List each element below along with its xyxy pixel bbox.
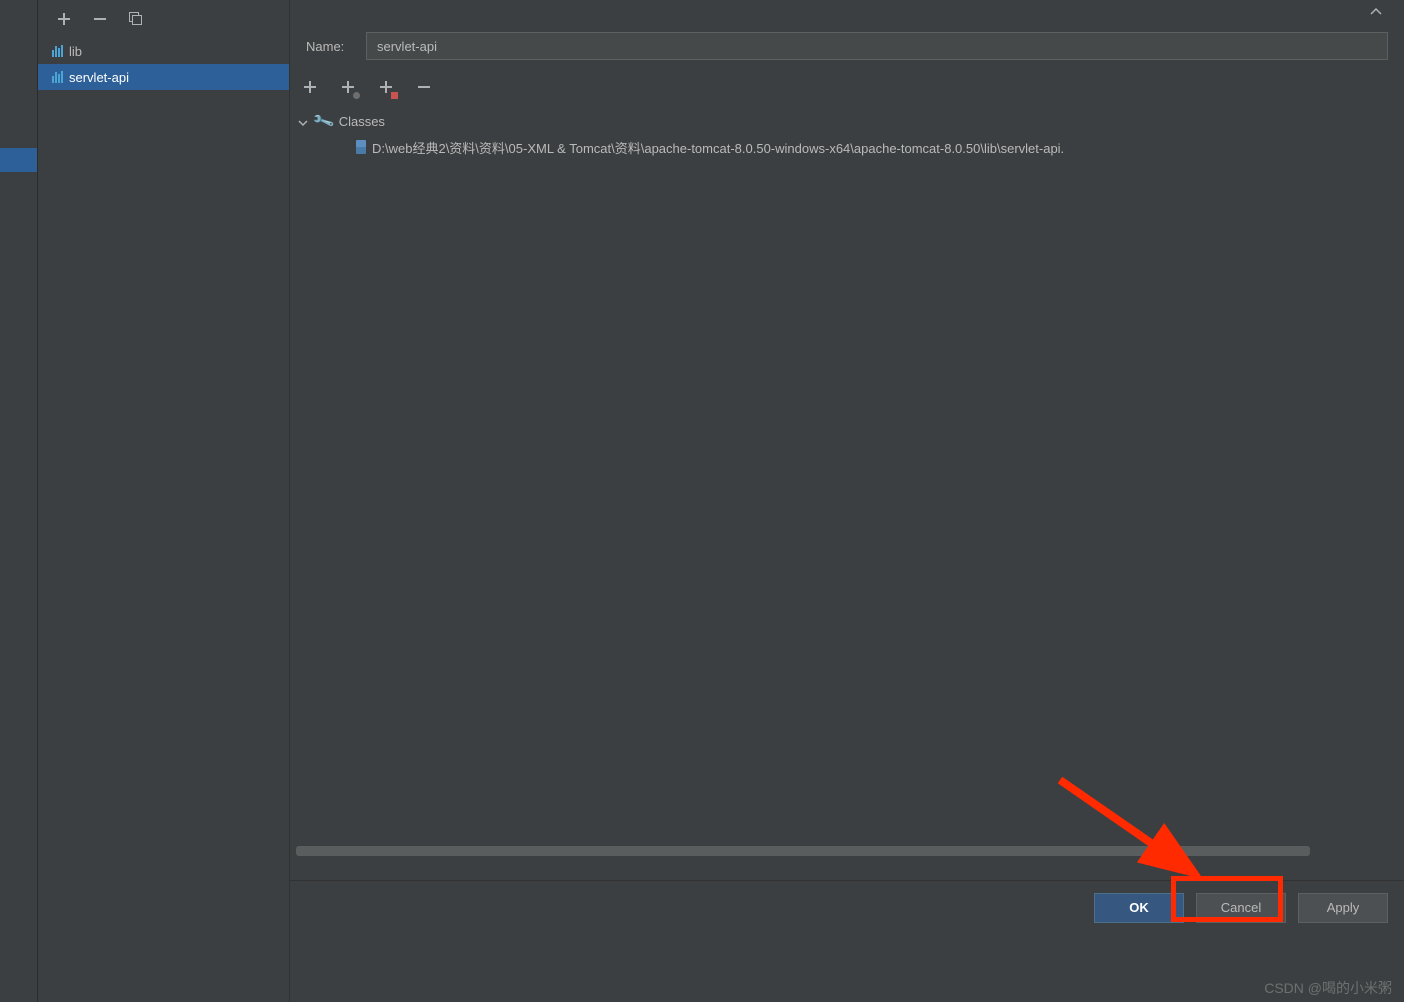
library-item-label: servlet-api: [69, 70, 129, 85]
horizontal-scrollbar[interactable]: [296, 846, 1398, 856]
library-list-panel: lib servlet-api: [38, 0, 290, 1002]
tree-node-label: Classes: [339, 114, 385, 129]
tree-node-jar-path[interactable]: D:\web经典2\资料\资料\05-XML & Tomcat\资料\apach…: [298, 134, 1404, 160]
collapse-icon[interactable]: [1368, 4, 1384, 23]
library-icon: [52, 45, 63, 57]
add-item-button[interactable]: [302, 79, 318, 95]
gutter-selection-indicator: [0, 148, 37, 172]
name-row: Name:: [290, 26, 1404, 70]
remove-item-button[interactable]: [416, 79, 432, 95]
ok-button[interactable]: OK: [1094, 893, 1184, 923]
library-toolbar: [38, 0, 289, 38]
tree-node-classes[interactable]: 🔧 Classes: [298, 108, 1404, 134]
main-panel: Name: 🔧 Cl: [290, 0, 1404, 1002]
classes-toolbar: [290, 70, 1404, 104]
remove-library-button[interactable]: [92, 11, 108, 27]
library-icon: [52, 71, 63, 83]
library-item-lib[interactable]: lib: [38, 38, 289, 64]
library-name-input[interactable]: [366, 32, 1388, 60]
classes-tree[interactable]: 🔧 Classes D:\web经典2\资料\资料\05-XML & Tomca…: [290, 104, 1404, 860]
jar-icon: [356, 140, 366, 154]
tree-path-text: D:\web经典2\资料\资料\05-XML & Tomcat\资料\apach…: [372, 138, 1064, 157]
watermark-text: CSDN @喝的小米粥: [1264, 978, 1392, 998]
add-library-button[interactable]: [56, 11, 72, 27]
copy-library-button[interactable]: [128, 11, 144, 27]
scrollbar-thumb[interactable]: [296, 846, 1310, 856]
add-directory-button[interactable]: [378, 79, 394, 95]
add-from-maven-button[interactable]: [340, 79, 356, 95]
dialog-footer: OK Cancel Apply: [290, 880, 1404, 934]
name-label: Name:: [306, 39, 350, 54]
library-list: lib servlet-api: [38, 38, 289, 1002]
apply-button[interactable]: Apply: [1298, 893, 1388, 923]
library-item-servlet-api[interactable]: servlet-api: [38, 64, 289, 90]
wrench-icon: 🔧: [311, 109, 336, 133]
library-item-label: lib: [69, 44, 82, 59]
left-gutter: [0, 0, 38, 1002]
cancel-button[interactable]: Cancel: [1196, 893, 1286, 923]
chevron-down-icon[interactable]: [298, 116, 308, 126]
